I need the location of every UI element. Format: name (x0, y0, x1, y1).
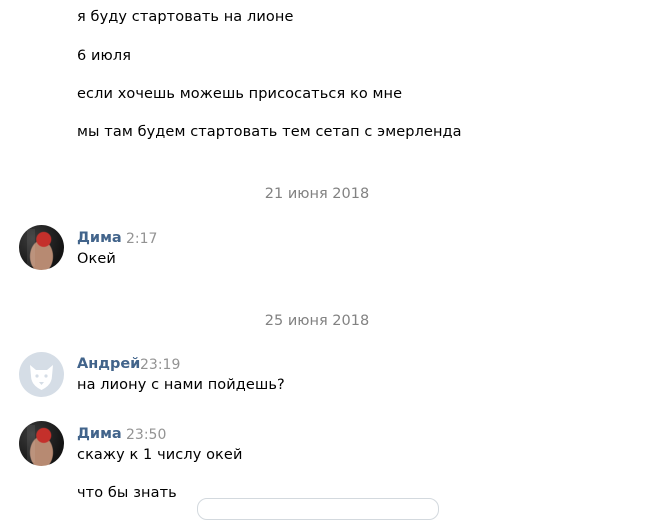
message-line: 6 июля (77, 48, 132, 64)
message-line: если хочешь можешь присосаться ко мне (77, 86, 403, 102)
new-messages-pill[interactable] (197, 498, 439, 520)
message-time[interactable]: 23:50 (126, 427, 166, 443)
date-separator: 25 июня 2018 (264, 313, 370, 329)
message-time[interactable]: 23:19 (140, 357, 180, 373)
user-avatar[interactable] (19, 225, 64, 270)
message-line: на лиону с нами пойдешь? (77, 377, 285, 393)
avatar-photo-icon (27, 229, 35, 266)
message-line: мы там будем стартовать тем сетап с эмер… (77, 124, 462, 140)
author-name[interactable]: Андрей (77, 356, 140, 372)
user-avatar[interactable] (19, 421, 64, 466)
date-separator: 21 июня 2018 (264, 186, 370, 202)
message-line: Окей (77, 251, 116, 267)
avatar-photo-icon (27, 425, 35, 462)
message-line: я буду стартовать на лионе (77, 9, 294, 25)
author-name[interactable]: Дима (77, 426, 122, 442)
user-avatar[interactable] (19, 352, 64, 397)
author-name[interactable]: Дима (77, 230, 122, 246)
message-time[interactable]: 2:17 (126, 231, 157, 247)
message-line: скажу к 1 числу окей (77, 447, 243, 463)
message-line: что бы знать (77, 485, 177, 501)
dog-icon (30, 365, 53, 390)
